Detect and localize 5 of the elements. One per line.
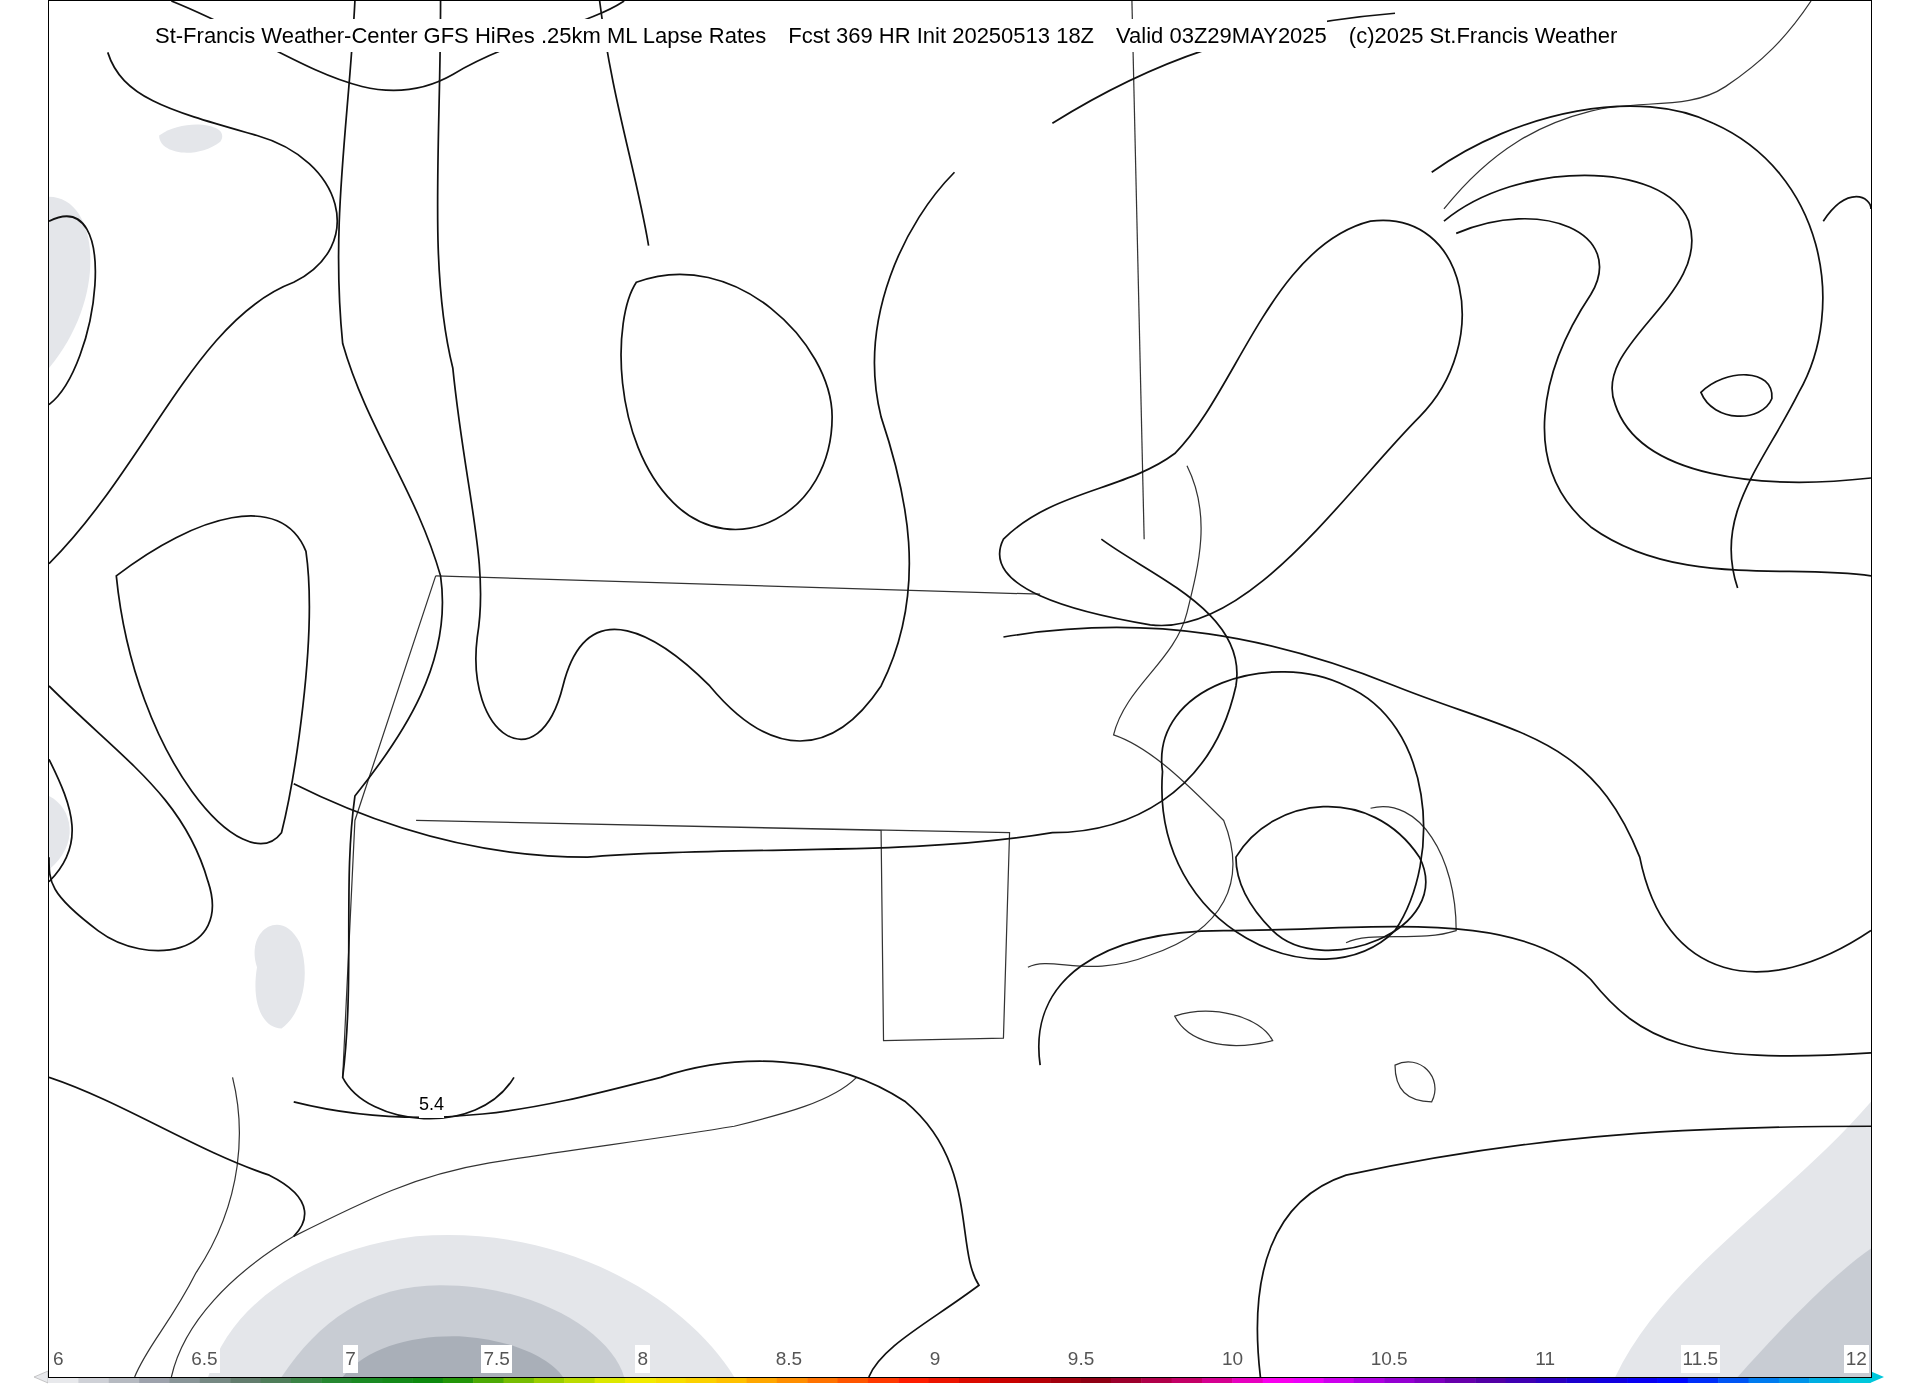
map-title: Valid 03Z29MAY2025 [1116,19,1327,52]
map-title: St-Francis Weather-Center GFS HiRes .25km ML Lapse Rates [155,19,767,52]
colorbar-tick-label: 7.5 [481,1344,512,1373]
colorbar-tick-label: 7 [343,1344,358,1373]
colorbar-tick-label: 8 [635,1344,650,1373]
